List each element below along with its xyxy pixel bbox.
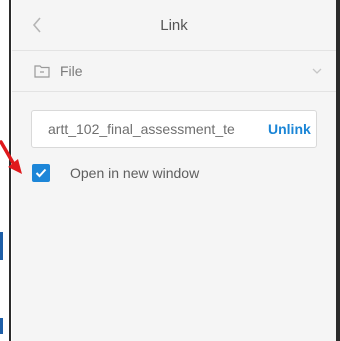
checkmark-icon xyxy=(35,168,47,178)
file-label: File xyxy=(60,63,83,79)
link-panel: Link File artt_102_final_assessment_te U… xyxy=(12,0,336,341)
chevron-left-icon xyxy=(32,17,41,33)
open-new-window-label: Open in new window xyxy=(70,165,200,181)
folder-icon xyxy=(34,65,50,78)
panel-title: Link xyxy=(160,16,188,34)
back-button[interactable] xyxy=(28,16,46,34)
chevron-down-icon xyxy=(312,68,322,74)
edge-indicator xyxy=(0,232,3,260)
annotation-arrow-icon xyxy=(0,140,22,174)
unlink-button[interactable]: Unlink xyxy=(268,121,311,137)
right-window-edge xyxy=(336,0,340,341)
link-url-field[interactable]: artt_102_final_assessment_te Unlink xyxy=(31,110,317,148)
panel-header: Link xyxy=(12,0,336,51)
link-url-text[interactable]: artt_102_final_assessment_te xyxy=(48,121,256,137)
edge-indicator xyxy=(0,318,3,334)
open-new-window-checkbox[interactable] xyxy=(32,164,50,182)
open-new-window-option[interactable]: Open in new window xyxy=(32,162,199,184)
file-dropdown[interactable]: File xyxy=(12,51,336,92)
